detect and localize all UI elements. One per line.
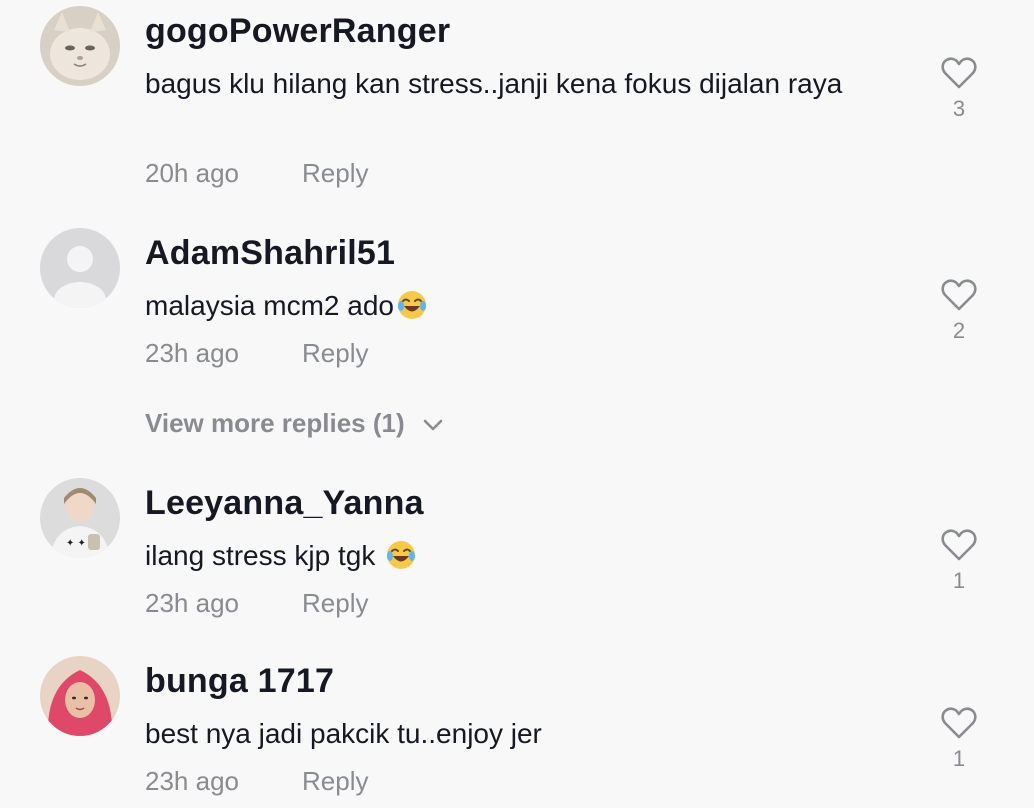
comment-meta: 23h ago Reply xyxy=(145,588,368,619)
comment-item: AdamShahril51 malaysia mcm2 ado 23h ago … xyxy=(0,228,1034,378)
woman-hijab-avatar-image xyxy=(40,656,120,736)
heart-icon xyxy=(941,529,977,561)
comment-item: gogoPowerRanger bagus klu hilang kan str… xyxy=(0,6,1034,206)
woman-avatar-image: ✦ ✦ xyxy=(40,478,120,558)
cat-avatar-image xyxy=(40,6,120,86)
heart-icon xyxy=(941,707,977,739)
username[interactable]: gogoPowerRanger xyxy=(145,12,450,51)
chevron-down-icon xyxy=(423,419,443,431)
avatar[interactable] xyxy=(40,656,120,736)
comment-item: bunga 1717 best nya jadi pakcik tu..enjo… xyxy=(0,656,1034,806)
comment-meta: 20h ago Reply xyxy=(145,158,368,189)
like-button[interactable]: 1 xyxy=(938,706,980,772)
comment-text: bagus klu hilang kan stress..janji kena … xyxy=(145,68,843,99)
comment-timestamp: 23h ago xyxy=(145,338,239,368)
like-button[interactable]: 2 xyxy=(938,278,980,344)
username[interactable]: bunga 1717 xyxy=(145,662,334,701)
comment-item: ✦ ✦ Leeyanna_Yanna ilang stress kjp tgk … xyxy=(0,478,1034,628)
reply-button[interactable]: Reply xyxy=(302,588,368,619)
like-count: 2 xyxy=(952,318,966,343)
heart-icon xyxy=(941,57,977,89)
comment-text: malaysia mcm2 ado xyxy=(145,284,905,328)
reply-button[interactable]: Reply xyxy=(302,158,368,189)
username[interactable]: AdamShahril51 xyxy=(145,234,395,273)
heart-icon xyxy=(941,279,977,311)
like-count: 3 xyxy=(952,96,966,121)
avatar[interactable] xyxy=(40,6,120,86)
avatar[interactable] xyxy=(40,228,120,308)
comment-text: best nya jadi pakcik tu..enjoy jer xyxy=(145,718,542,749)
like-count: 1 xyxy=(952,568,966,593)
svg-text:✦ ✦: ✦ ✦ xyxy=(66,538,86,549)
like-button[interactable]: 1 xyxy=(938,528,980,594)
username[interactable]: Leeyanna_Yanna xyxy=(145,484,424,523)
comment-text-content: malaysia mcm2 ado xyxy=(145,290,394,321)
view-more-replies-button[interactable]: View more replies (1) xyxy=(145,408,444,439)
comment-text: ilang stress kjp tgk xyxy=(145,534,905,578)
like-count: 1 xyxy=(952,746,966,771)
like-button[interactable]: 3 xyxy=(938,56,980,122)
tears-of-joy-emoji-icon xyxy=(387,541,416,569)
comment-timestamp: 20h ago xyxy=(145,158,239,188)
comment-timestamp: 23h ago xyxy=(145,588,239,618)
avatar[interactable]: ✦ ✦ xyxy=(40,478,120,558)
reply-button[interactable]: Reply xyxy=(302,338,368,369)
tears-of-joy-emoji-icon xyxy=(397,291,426,319)
reply-button[interactable]: Reply xyxy=(302,766,368,797)
comment-meta: 23h ago Reply xyxy=(145,766,368,797)
comment-timestamp: 23h ago xyxy=(145,766,239,796)
view-more-replies-label: View more replies (1) xyxy=(145,408,405,438)
comment-list: gogoPowerRanger bagus klu hilang kan str… xyxy=(0,0,1034,808)
default-avatar-icon xyxy=(40,228,120,308)
comment-meta: 23h ago Reply xyxy=(145,338,368,369)
comment-text-content: ilang stress kjp tgk xyxy=(145,540,384,571)
